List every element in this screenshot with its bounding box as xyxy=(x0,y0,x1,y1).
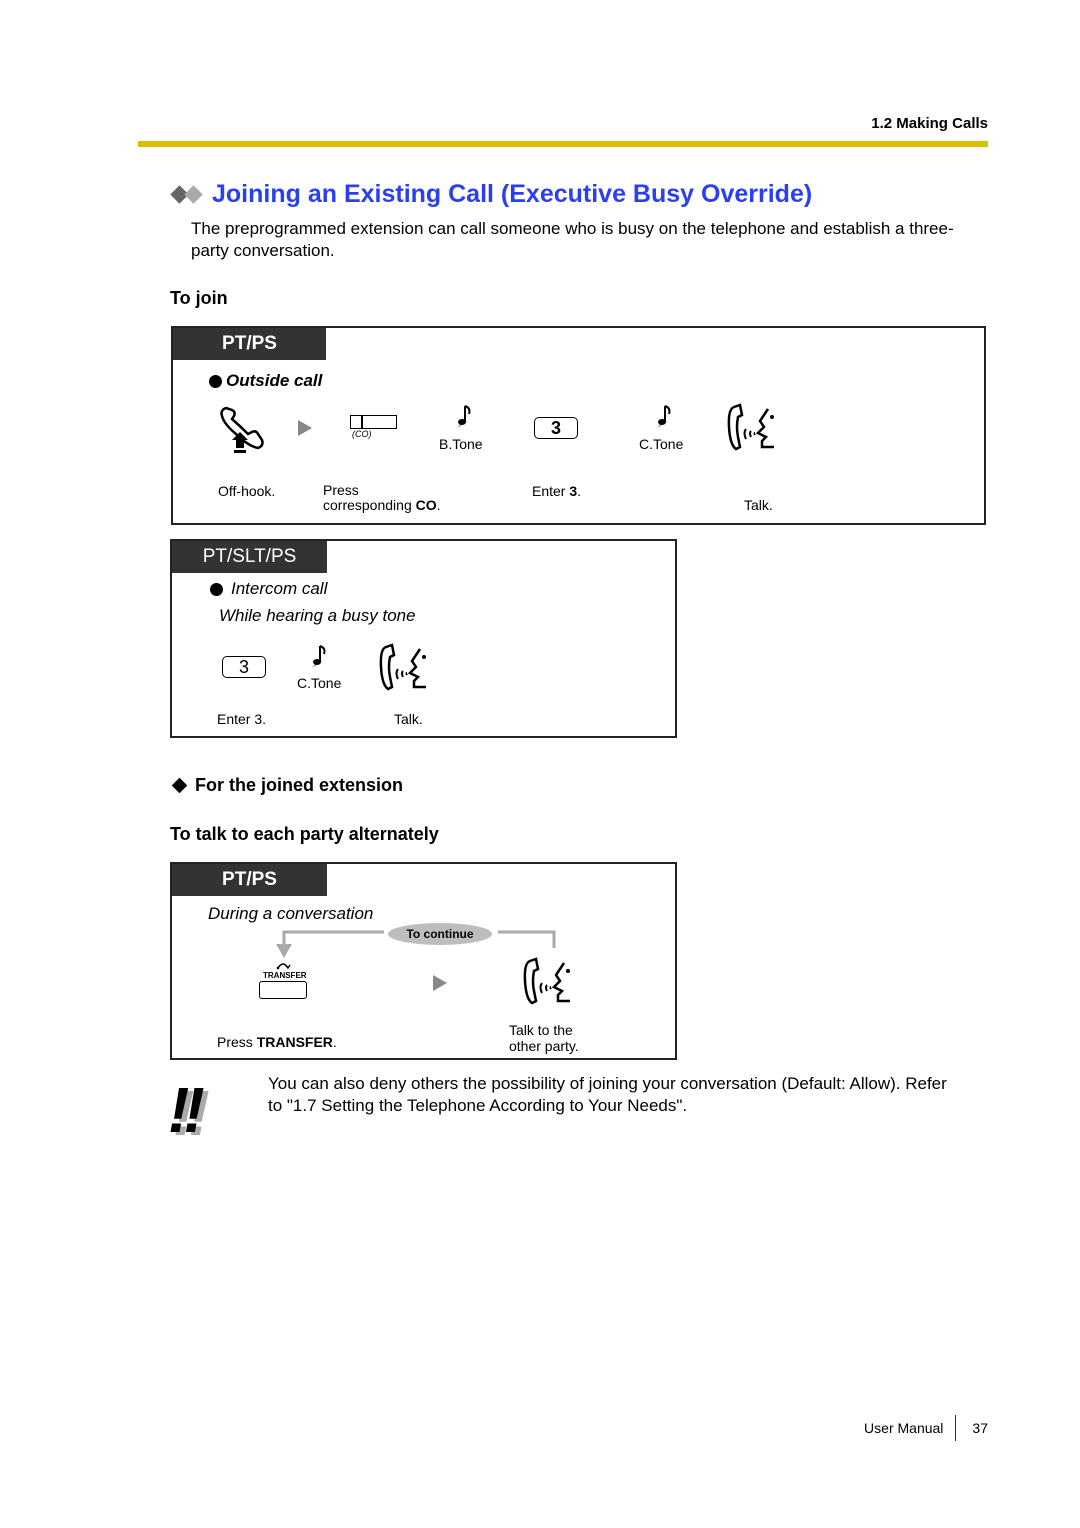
c-tone-label: C.Tone xyxy=(297,675,342,691)
press-transfer-step: Press TRANSFER. xyxy=(217,1034,337,1050)
co-button-icon xyxy=(350,415,397,429)
during-conversation-label: During a conversation xyxy=(208,904,374,923)
double-diamond-icon xyxy=(170,184,206,205)
enter-3-step: Enter 3. xyxy=(532,483,582,499)
to-join-heading: To join xyxy=(170,288,228,308)
transfer-symbol-icon xyxy=(276,963,291,970)
page-footer: User Manual 37 xyxy=(864,1415,988,1441)
co-label: (CO) xyxy=(352,429,372,439)
pt-slt-ps-tab: PT/SLT/PS xyxy=(172,541,327,573)
note-text: You can also deny others the possibility… xyxy=(268,1074,947,1115)
talk-other-party-step: Talk to the other party. xyxy=(509,1022,579,1054)
tone-note-icon xyxy=(457,405,471,428)
page-title: Joining an Existing Call (Executive Busy… xyxy=(212,180,813,208)
diamond-bullet-icon xyxy=(171,777,188,794)
caution-icon: !! xyxy=(168,1074,205,1146)
pt-ps-tab: PT/PS xyxy=(173,328,326,360)
to-continue-label: To continue xyxy=(388,923,492,945)
alternate-talk-heading: To talk to each party alternately xyxy=(170,824,439,844)
bullet-icon xyxy=(210,582,223,596)
talk-icon xyxy=(523,957,570,1005)
busy-tone-condition: While hearing a busy tone xyxy=(219,606,416,625)
talk-icon xyxy=(727,403,774,451)
off-hook-icon xyxy=(220,406,264,453)
pt-ps-outside-call-box: PT/PS Outside call (CO) B.Tone 3 C.Tone xyxy=(171,326,986,525)
title-block: Joining an Existing Call (Executive Busy… xyxy=(170,180,812,209)
off-hook-step: Off-hook. xyxy=(218,483,276,499)
next-step-arrow-icon xyxy=(298,420,312,436)
outside-call-label: Outside call xyxy=(226,371,323,390)
dial-key-3: 3 xyxy=(222,656,266,678)
section-header: 1.2 Making Calls xyxy=(871,115,988,132)
talk-step: Talk. xyxy=(744,497,773,513)
dial-key-3: 3 xyxy=(534,417,578,439)
talk-icon xyxy=(379,643,426,691)
joined-extension-heading: For the joined extension xyxy=(195,775,404,795)
next-step-arrow-icon xyxy=(433,975,447,991)
intro-text: The preprogrammed extension can call som… xyxy=(191,219,954,260)
tone-note-icon xyxy=(657,405,671,428)
footer-label: User Manual xyxy=(864,1420,944,1436)
tone-note-icon xyxy=(312,645,326,668)
c-tone-label: C.Tone xyxy=(639,436,684,452)
press-co-step: Press corresponding CO. xyxy=(323,482,441,513)
enter-3-step: Enter 3. xyxy=(217,711,267,727)
intercom-call-label: Intercom call xyxy=(231,579,328,598)
header-rule xyxy=(138,141,988,147)
footer-divider xyxy=(955,1415,957,1441)
transfer-button-icon xyxy=(259,981,307,999)
talk-step: Talk. xyxy=(394,711,423,727)
transfer-key-label: TRANSFER xyxy=(263,971,307,980)
pt-ps-tab: PT/PS xyxy=(172,864,327,896)
b-tone-label: B.Tone xyxy=(439,436,483,452)
pt-ps-alternate-box: PT/PS During a conversation To continue … xyxy=(170,862,677,1060)
pt-slt-ps-intercom-box: PT/SLT/PS Intercom call While hearing a … xyxy=(170,539,677,738)
bullet-icon xyxy=(209,374,222,388)
page-number: 37 xyxy=(972,1420,988,1436)
